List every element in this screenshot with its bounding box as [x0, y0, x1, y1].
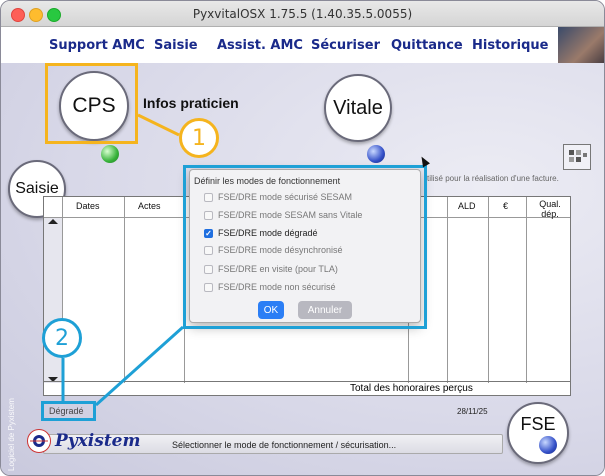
date-label: 28/11/25	[457, 407, 488, 416]
pyxistem-logo: Pyxistem	[27, 429, 140, 453]
fse-status-led	[539, 436, 557, 454]
app-window: PyxvitalOSX 1.75.5 (1.40.35.5.0055) Supp…	[0, 0, 605, 476]
fse-label: FSE	[520, 414, 556, 434]
callout-number-2: 2	[42, 318, 82, 358]
pyxistem-logo-icon	[27, 429, 51, 453]
callout-2-connector	[61, 325, 185, 407]
logo-text: Pyxistem	[55, 431, 141, 451]
fse-button[interactable]: FSE	[507, 402, 569, 464]
side-vertical-text: Logiciel de Pyxistem	[7, 398, 16, 471]
status-text: Sélectionner le mode de fonctionnement /…	[172, 440, 397, 450]
